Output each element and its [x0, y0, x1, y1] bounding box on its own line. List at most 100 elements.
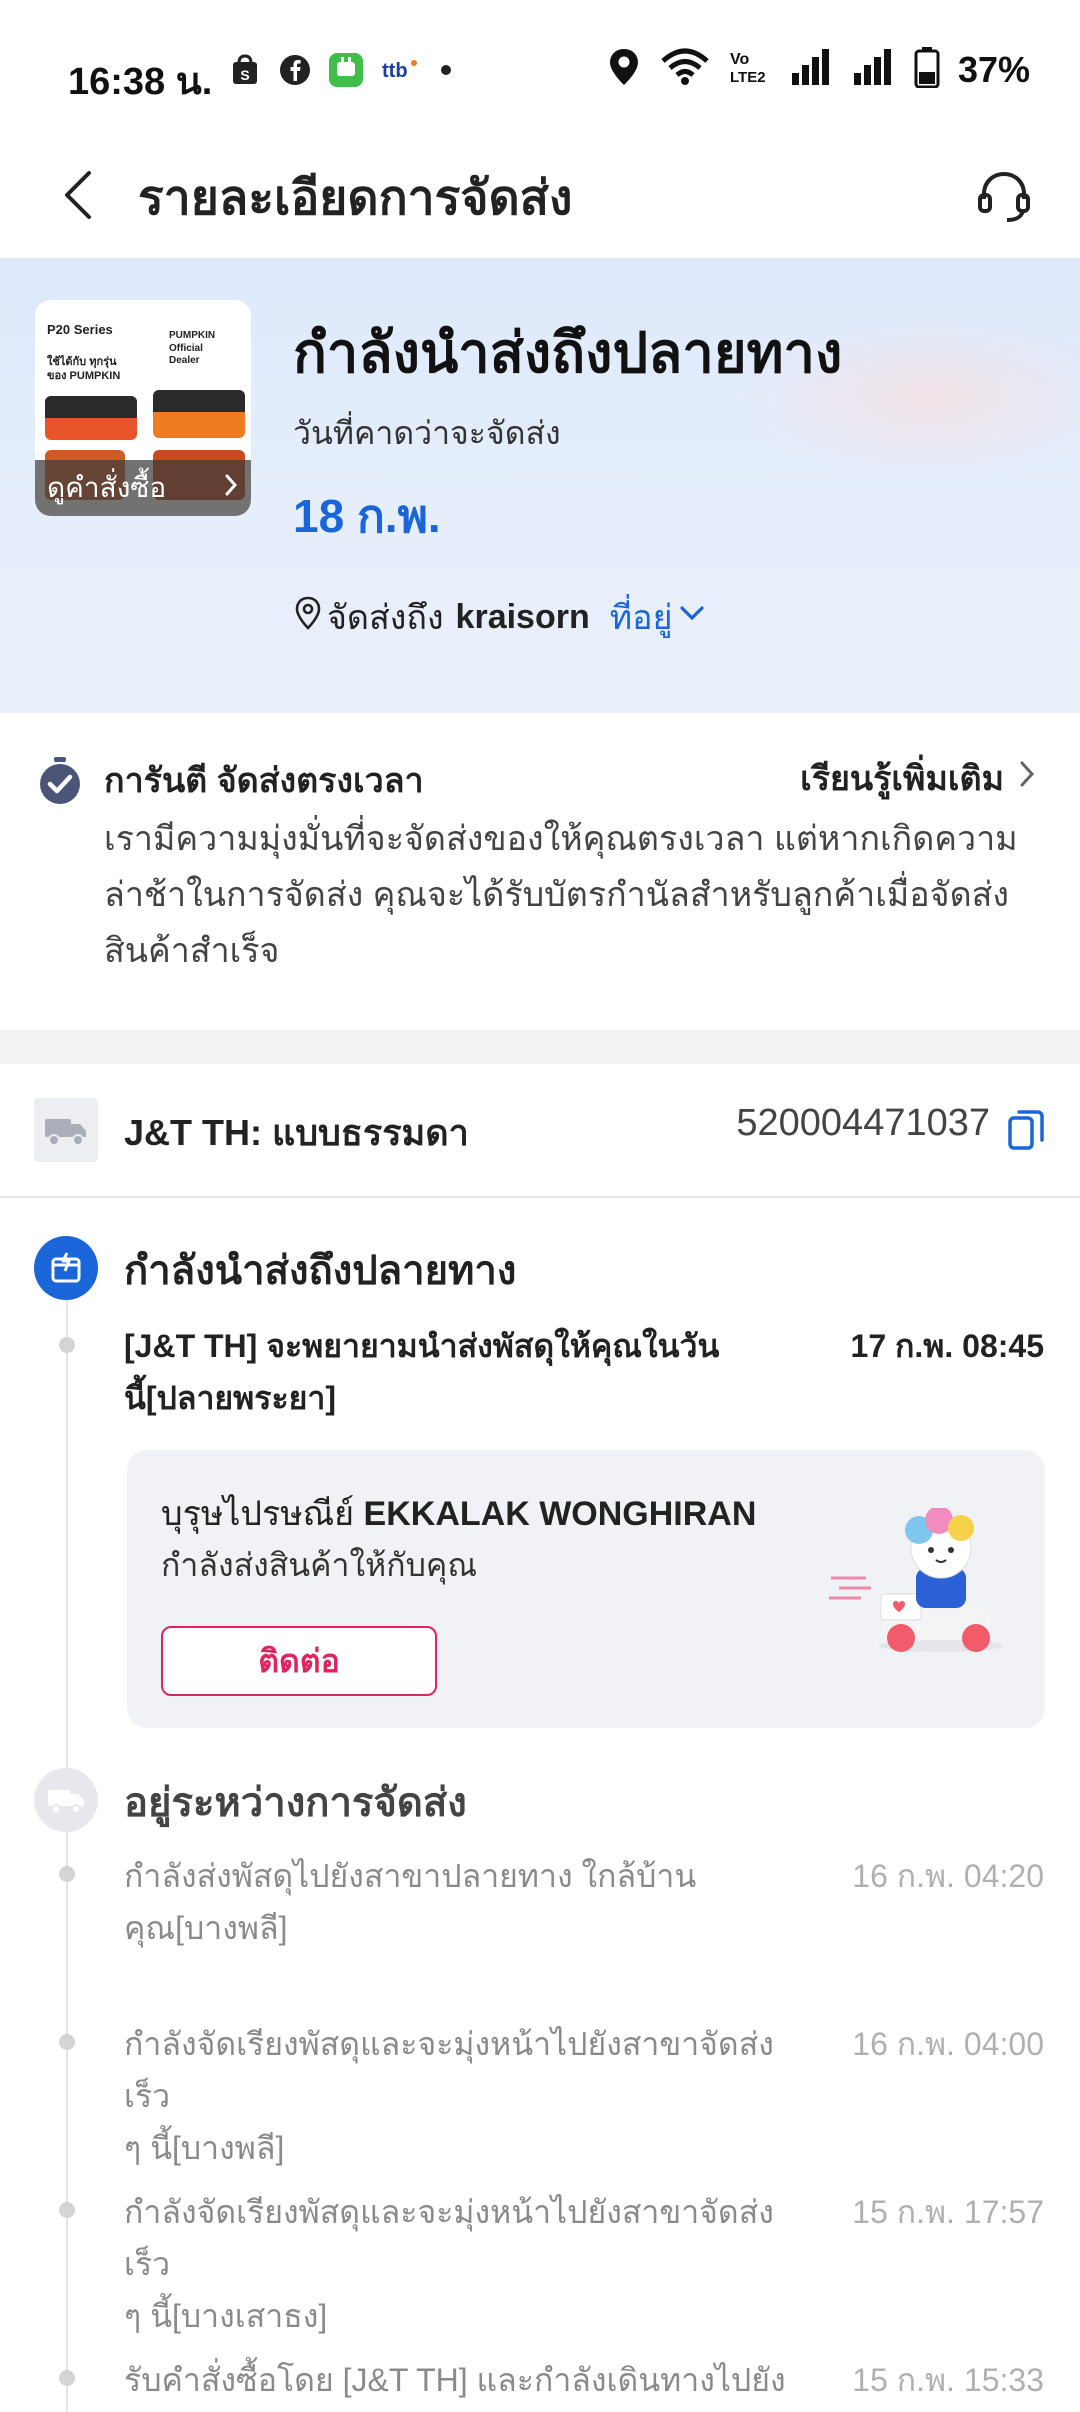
truck-icon: [34, 1098, 98, 1162]
event-line: [J&T TH] จะพยายามนำส่งพัสดุให้คุณในวัน: [124, 1328, 720, 1364]
line-app-icon: [328, 52, 364, 93]
event-line: รับคำสั่งซื้อโดย [J&T TH] และกำลังเดินทา…: [124, 2362, 786, 2398]
status-time: 16:38 น.: [68, 61, 213, 103]
svg-text:S: S: [240, 67, 249, 83]
timeline-event-time: 16 ก.พ. 04:20: [852, 1858, 1044, 1894]
back-button[interactable]: [44, 162, 114, 232]
view-order-button[interactable]: ดูคำสั่งซื้อ: [35, 460, 251, 516]
product-subtitle: ใช้ได้กับ ทุกรุ่น ของ PUMPKIN: [47, 356, 120, 384]
tracking-number[interactable]: 520004471037: [736, 1102, 990, 1145]
section-divider: [0, 1030, 1080, 1064]
app-header: รายละเอียดการจัดส่ง: [0, 140, 1080, 258]
delivery-mascot-icon: [821, 1506, 1011, 1663]
timeline-dot: [59, 1337, 75, 1353]
headset-icon: [975, 167, 1033, 230]
dot-icon: [436, 53, 456, 92]
signal-icon: [852, 47, 896, 92]
stopwatch-check-icon: [36, 755, 84, 812]
timeline-dot: [59, 2034, 75, 2050]
product-thumbnail[interactable]: P20 Series ใช้ได้กับ ทุกรุ่น ของ PUMPKIN…: [35, 300, 251, 516]
guarantee-line: สินค้าสำเร็จ: [104, 932, 280, 970]
tracking-timeline: กำลังนำส่งถึงปลายทาง [J&T TH] จะพยายามนำ…: [0, 1198, 1080, 2412]
facebook-icon: [278, 53, 312, 92]
event-line: ๆ นี้[บางเสาธง]: [124, 2298, 328, 2334]
support-button[interactable]: [966, 160, 1042, 236]
svg-text:Vo: Vo: [730, 51, 749, 68]
event-line: กำลังจัดเรียงพัสดุและจะมุ่งหน้าไปยังสาขา…: [124, 2026, 774, 2114]
ship-to-row: จัดส่งถึง kraisorn ที่อยู่: [293, 590, 707, 644]
brand-line1: PUMPKIN: [169, 330, 216, 341]
shopee-bag-icon: S: [228, 53, 262, 92]
chevron-right-icon: [1018, 759, 1036, 798]
timeline-dot: [59, 2370, 75, 2386]
timeline-event-time: 16 ก.พ. 04:00: [852, 2026, 1044, 2062]
delivery-stage-icon: [34, 1236, 98, 1300]
delivery-status-title: กำลังนำส่งถึงปลายทาง: [293, 321, 843, 384]
address-link[interactable]: ที่อยู่: [610, 590, 673, 644]
system-icons: Vo LTE2 37%: [606, 46, 1030, 93]
battery-product-image: [45, 396, 137, 440]
eta-date: 18 ก.พ.: [293, 490, 441, 542]
timeline-event-text: กำลังจัดเรียงพัสดุและจะมุ่งหน้าไปยังสาขา…: [124, 2186, 824, 2342]
contact-button[interactable]: ติดต่อ: [161, 1626, 437, 1696]
active-stage-title: กำลังนำส่งถึงปลายทาง: [124, 1249, 517, 1293]
eta-label: วันที่คาดว่าจะจัดส่ง: [293, 415, 561, 451]
on-time-guarantee-section: การันตี จัดส่งตรงเวลา เรียนรู้เพิ่มเติม …: [0, 713, 1080, 1030]
timeline-event-time: 17 ก.พ. 08:45: [850, 1328, 1044, 1364]
courier-prefix: บุรุษไปรษณีย์: [161, 1495, 355, 1533]
battery-icon: [914, 46, 940, 93]
transit-stage-title: อยู่ระหว่างการจัดส่ง: [124, 1781, 467, 1825]
courier-person-name: EKKALAK WONGHIRAN: [363, 1495, 757, 1533]
signal-icon: [790, 47, 834, 92]
svg-text:ttb: ttb: [382, 60, 408, 82]
event-line: ๆ นี้[บางพลี]: [124, 2130, 285, 2166]
battery-product-image: [153, 390, 245, 438]
timeline-event-text: รับคำสั่งซื้อโดย [J&T TH] และกำลังเดินทา…: [124, 2354, 824, 2406]
brand-line2: Official: [169, 342, 203, 354]
guarantee-description: เรามีความมุ่งมั่นที่จะจัดส่งของให้คุณตรง…: [104, 811, 1044, 979]
status-bar: 16:38 น. S ttb Vo LTE2 37%: [0, 0, 1080, 140]
wifi-icon: [660, 47, 710, 92]
product-series-text: P20 Series: [47, 322, 113, 337]
product-subtitle-line2: ของ PUMPKIN: [47, 369, 121, 382]
courier-name: J&T TH: แบบธรรมดา: [124, 1112, 469, 1153]
location-pin-icon: [293, 595, 323, 640]
notification-icons: S ttb: [228, 52, 456, 93]
timeline-dot: [59, 2202, 75, 2218]
chevron-down-icon[interactable]: [677, 598, 707, 637]
courier-row: J&T TH: แบบธรรมดา 520004471037: [0, 1064, 1080, 1198]
event-line: คุณ[บางพลี]: [124, 1910, 288, 1946]
svg-text:LTE2: LTE2: [730, 69, 766, 86]
timeline-event-text: [J&T TH] จะพยายามนำส่งพัสดุให้คุณในวัน น…: [124, 1320, 824, 1424]
event-line: กำลังส่งพัสดุไปยังสาขาปลายทาง ใกล้บ้าน: [124, 1858, 697, 1894]
product-brand: PUMPKIN Official Dealer: [169, 330, 239, 368]
event-line: กำลังจัดเรียงพัสดุและจะมุ่งหน้าไปยังสาขา…: [124, 2194, 774, 2282]
learn-more-link[interactable]: เรียนรู้เพิ่มเติม: [800, 751, 1036, 805]
timeline-event-time: 15 ก.พ. 15:33: [852, 2362, 1044, 2398]
timeline-event-text: กำลังส่งพัสดุไปยังสาขาปลายทาง ใกล้บ้าน ค…: [124, 1850, 824, 1954]
location-icon: [606, 47, 642, 92]
truck-stage-icon: [34, 1768, 98, 1832]
volte-icon: Vo LTE2: [728, 47, 772, 92]
timeline-dot: [59, 1866, 75, 1882]
page-title: รายละเอียดการจัดส่ง: [138, 172, 573, 225]
delivery-status-hero: P20 Series ใช้ได้กับ ทุกรุ่น ของ PUMPKIN…: [0, 258, 1080, 713]
learn-more-label: เรียนรู้เพิ่มเติม: [800, 760, 1004, 798]
courier-status-text: กำลังส่งสินค้าให้กับคุณ: [161, 1547, 478, 1583]
timeline-event-text: กำลังจัดเรียงพัสดุและจะมุ่งหน้าไปยังสาขา…: [124, 2018, 824, 2174]
recipient-name: kraisorn: [455, 597, 590, 636]
courier-person-line: บุรุษไปรษณีย์ EKKALAK WONGHIRAN: [161, 1486, 756, 1540]
guarantee-line: เรามีความมุ่งมั่นที่จะจัดส่งของให้คุณตรง…: [104, 820, 1018, 858]
guarantee-line: ล่าช้าในการจัดส่ง คุณจะได้รับบัตรกำนัลสำ…: [104, 876, 1010, 914]
timeline-connector: [66, 1288, 68, 2412]
ttb-icon: ttb: [380, 53, 420, 92]
courier-contact-card: บุรุษไปรษณีย์ EKKALAK WONGHIRAN กำลังส่ง…: [127, 1450, 1045, 1728]
battery-percent: 37%: [957, 48, 1030, 90]
product-subtitle-line1: ใช้ได้กับ ทุกรุ่น: [47, 356, 117, 368]
guarantee-title: การันตี จัดส่งตรงเวลา: [104, 762, 424, 800]
timeline-event-time: 15 ก.พ. 17:57: [852, 2194, 1044, 2230]
view-order-label: ดูคำสั่งซื้อ: [47, 472, 167, 503]
copy-button[interactable]: [1006, 1108, 1046, 1157]
brand-line3: Dealer: [169, 355, 200, 366]
chevron-right-icon: [223, 472, 239, 505]
